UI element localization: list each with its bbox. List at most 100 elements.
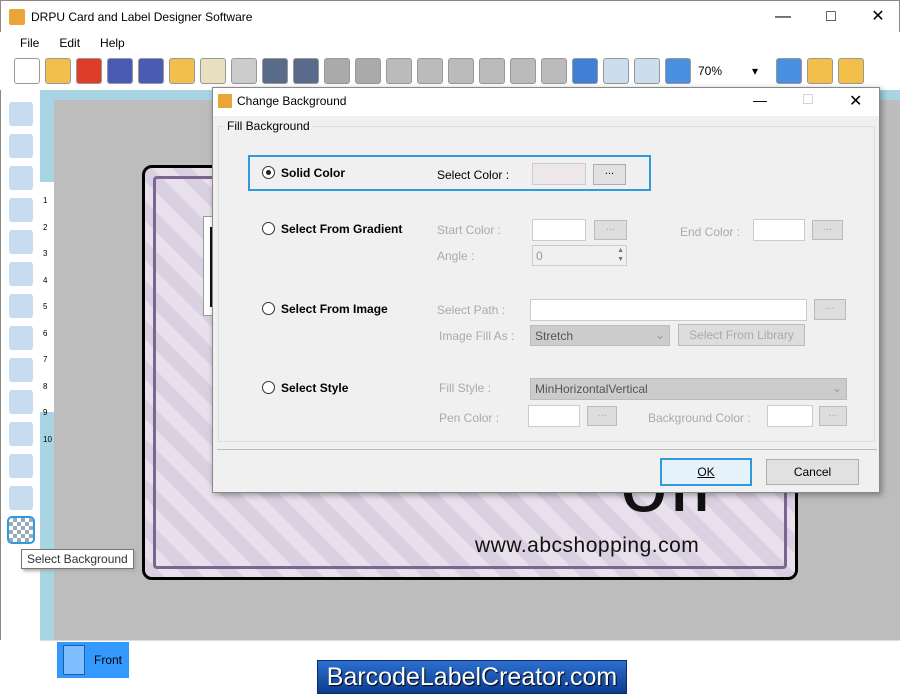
image-icon[interactable] <box>9 422 33 446</box>
select-color-label: Select Color : <box>437 168 510 182</box>
fit-icon[interactable] <box>634 58 660 84</box>
chevron-down-icon: ⌄ <box>654 328 665 342</box>
end-color-label: End Color : <box>680 225 741 239</box>
menu-help[interactable]: Help <box>100 36 125 50</box>
solid-color-browse-button[interactable]: ... <box>593 164 626 185</box>
dialog-minimize-button[interactable]: — <box>753 92 767 108</box>
menu-bar: File Edit Help <box>0 32 900 54</box>
angle-label: Angle : <box>437 249 475 263</box>
menu-file[interactable]: File <box>20 36 39 50</box>
ruler-tick-label: 5 <box>43 302 48 311</box>
redo-icon[interactable] <box>355 58 381 84</box>
fill-style-select[interactable]: MinHorizontalVertical ⌄ <box>530 378 847 400</box>
star-icon[interactable] <box>9 326 33 350</box>
app-icon <box>9 9 25 25</box>
line-icon[interactable] <box>9 134 33 158</box>
tab-front[interactable]: Front <box>57 642 129 678</box>
maximize-button[interactable]: □ <box>811 5 851 29</box>
save-as-icon[interactable] <box>138 58 164 84</box>
fill-background-label: Fill Background <box>225 119 312 133</box>
image-fill-value: Stretch <box>535 329 574 343</box>
zoom-in-icon[interactable] <box>665 58 691 84</box>
solid-color-swatch <box>532 163 586 185</box>
image-fill-select[interactable]: Stretch ⌄ <box>530 325 670 346</box>
title-bar: DRPU Card and Label Designer Software — … <box>0 0 900 32</box>
rectangle-icon[interactable] <box>9 230 33 254</box>
spinner-arrows-icon[interactable]: ▲ ▼ <box>617 246 624 264</box>
close-icon[interactable] <box>76 58 102 84</box>
pen-color-label: Pen Color : <box>439 411 500 425</box>
triangle-icon[interactable] <box>9 358 33 382</box>
pen-color-button[interactable]: ... <box>587 406 617 426</box>
background-color-button[interactable]: ... <box>819 406 847 426</box>
image-library-icon[interactable] <box>9 454 33 478</box>
zoom-out-icon[interactable] <box>776 58 802 84</box>
grid-icon[interactable] <box>572 58 598 84</box>
card-url-text[interactable]: www.abcshopping.com <box>475 534 699 558</box>
start-color-button[interactable]: ... <box>594 220 627 240</box>
copy-icon[interactable] <box>386 58 412 84</box>
change-background-dialog: Change Background — □ ✕ Fill Background … <box>212 87 880 493</box>
wordart-icon[interactable] <box>9 486 33 510</box>
save-icon[interactable] <box>107 58 133 84</box>
dialog-title: Change Background <box>237 94 347 108</box>
pen-color-swatch <box>528 405 580 427</box>
gradient-label[interactable]: Select From Gradient <box>281 222 402 236</box>
solid-color-label[interactable]: Solid Color <box>281 166 345 180</box>
brand-banner: BarcodeLabelCreator.com <box>317 660 627 694</box>
unlock-icon[interactable] <box>838 58 864 84</box>
open-icon[interactable] <box>45 58 71 84</box>
minimize-button[interactable]: — <box>763 5 803 29</box>
print-icon[interactable] <box>231 58 257 84</box>
image-radio[interactable] <box>262 302 275 315</box>
select-from-library-button[interactable]: Select From Library <box>678 324 805 346</box>
undo-icon[interactable] <box>324 58 350 84</box>
select-move-icon[interactable] <box>9 102 33 126</box>
select-path-input[interactable] <box>530 299 807 321</box>
bring-front-icon[interactable] <box>510 58 536 84</box>
fill-style-value: MinHorizontalVertical <box>535 382 648 396</box>
end-color-swatch <box>753 219 805 241</box>
dialog-close-button[interactable]: ✕ <box>849 91 862 111</box>
cancel-button[interactable]: Cancel <box>766 459 859 485</box>
paste-icon[interactable] <box>448 58 474 84</box>
end-color-button[interactable]: ... <box>812 220 843 240</box>
text-icon[interactable] <box>9 262 33 286</box>
send-back-icon[interactable] <box>541 58 567 84</box>
menu-edit[interactable]: Edit <box>59 36 80 50</box>
image-label[interactable]: Select From Image <box>281 302 388 316</box>
curve-icon[interactable] <box>9 294 33 318</box>
new-icon[interactable] <box>14 58 40 84</box>
lock-icon[interactable] <box>807 58 833 84</box>
angle-spinner[interactable]: 0 ▲ ▼ <box>532 245 627 266</box>
ruler-tick-label: 10 <box>43 434 52 444</box>
delete-icon[interactable] <box>479 58 505 84</box>
ruler-tick-label: 6 <box>43 328 48 338</box>
style-label[interactable]: Select Style <box>281 381 348 395</box>
barcode-icon[interactable] <box>9 390 33 414</box>
zoom-select[interactable]: 70% ▾ <box>696 62 766 82</box>
ruler-tick-label: 8 <box>43 381 48 391</box>
dialog-title-bar: Change Background — □ ✕ <box>213 88 879 116</box>
style-radio[interactable] <box>262 381 275 394</box>
gradient-radio[interactable] <box>262 222 275 235</box>
toolbar: 70% ▾ <box>0 54 900 90</box>
database-add-icon[interactable] <box>262 58 288 84</box>
edit-icon[interactable] <box>200 58 226 84</box>
open-template-icon[interactable] <box>169 58 195 84</box>
solid-color-radio[interactable] <box>262 166 275 179</box>
pencil-icon[interactable] <box>9 198 33 222</box>
tab-front-label: Front <box>94 653 123 667</box>
select-path-button[interactable]: ... <box>814 299 846 320</box>
background-color-swatch <box>767 405 813 427</box>
ellipse-icon[interactable] <box>9 166 33 190</box>
database-icon[interactable] <box>293 58 319 84</box>
center-icon[interactable] <box>603 58 629 84</box>
close-button[interactable]: ✕ <box>858 5 898 29</box>
cut-icon[interactable] <box>417 58 443 84</box>
background-icon[interactable] <box>7 516 35 544</box>
ok-button[interactable]: OK <box>660 458 752 486</box>
tooltip: Select Background <box>21 549 134 569</box>
page-icon <box>63 645 85 675</box>
dialog-maximize-button[interactable]: □ <box>803 91 813 109</box>
